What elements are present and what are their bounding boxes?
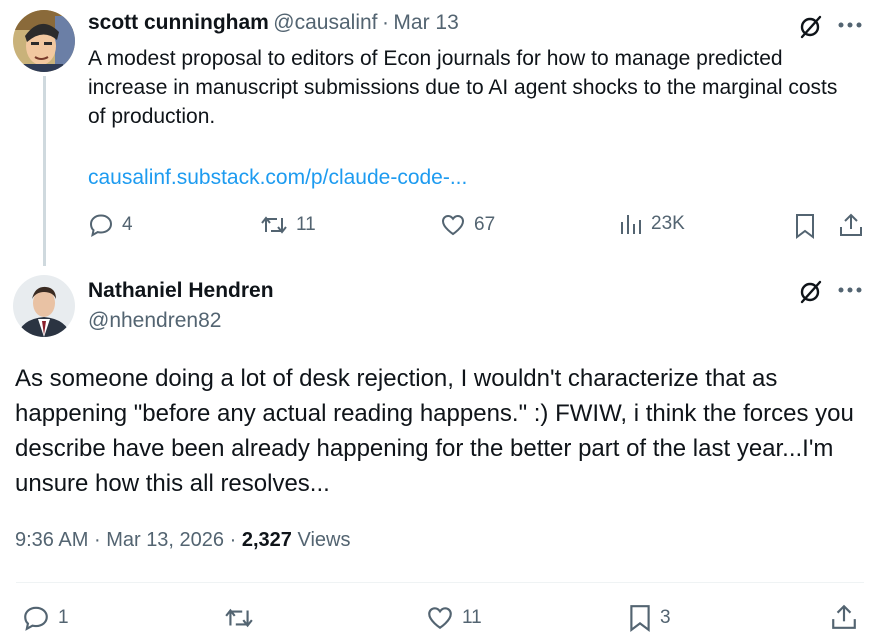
repost-button[interactable] xyxy=(224,604,254,632)
tweet-text: A modest proposal to editors of Econ jou… xyxy=(88,47,838,128)
repost-count: 11 xyxy=(296,214,316,235)
repost-icon xyxy=(224,604,254,632)
views-count: 23K xyxy=(651,213,685,234)
author-name[interactable]: scott cunningham xyxy=(88,11,269,34)
tweet-date[interactable]: Mar 13 xyxy=(393,11,458,34)
thread-line xyxy=(43,76,46,266)
views-icon xyxy=(619,212,643,236)
reply-button[interactable]: 4 xyxy=(88,212,133,238)
separator-dot: · xyxy=(93,529,101,551)
reply-icon xyxy=(88,212,114,238)
grok-icon[interactable] xyxy=(797,12,825,40)
separator-dot: · xyxy=(381,11,389,34)
like-count: 67 xyxy=(474,214,496,235)
heart-icon xyxy=(440,212,466,238)
more-icon[interactable] xyxy=(838,22,862,28)
tweet-text: As someone doing a lot of desk rejection… xyxy=(15,365,854,497)
tweet-meta: 9:36 AM · Mar 13, 2026 · 2,327 Views xyxy=(15,529,350,552)
tweet-date[interactable]: Mar 13, 2026 xyxy=(106,529,224,551)
separator-dot: · xyxy=(229,529,237,551)
reply-icon xyxy=(22,604,50,632)
avatar-nathaniel[interactable] xyxy=(13,275,75,337)
tweet-link[interactable]: causalinf.substack.com/p/claude-code-... xyxy=(88,166,467,190)
views-button[interactable]: 23K xyxy=(619,212,685,236)
more-icon[interactable] xyxy=(838,287,862,293)
repost-icon xyxy=(260,212,288,238)
reply-button[interactable]: 1 xyxy=(22,604,69,632)
like-button[interactable]: 11 xyxy=(426,604,482,632)
bookmark-icon[interactable] xyxy=(794,213,816,239)
author-handle[interactable]: @causalinf xyxy=(273,11,377,34)
views-number: 2,327 xyxy=(241,529,292,551)
avatar-scott[interactable] xyxy=(13,10,75,72)
share-icon[interactable] xyxy=(838,212,864,238)
author-name[interactable]: Nathaniel Hendren xyxy=(88,279,274,303)
grok-icon[interactable] xyxy=(797,277,825,305)
bookmark-button[interactable]: 3 xyxy=(628,604,671,632)
repost-button[interactable]: 11 xyxy=(260,212,316,238)
author-handle[interactable]: @nhendren82 xyxy=(88,309,221,333)
heart-icon xyxy=(426,604,454,632)
reply-count: 4 xyxy=(122,214,133,235)
reply-count: 1 xyxy=(58,607,69,628)
bookmark-icon xyxy=(628,604,652,632)
like-count: 11 xyxy=(462,607,482,628)
share-icon[interactable] xyxy=(830,603,858,631)
bookmark-count: 3 xyxy=(660,607,671,628)
divider xyxy=(16,582,864,583)
like-button[interactable]: 67 xyxy=(440,212,495,238)
tweet-time[interactable]: 9:36 AM xyxy=(15,529,88,551)
views-label: Views xyxy=(297,529,351,551)
